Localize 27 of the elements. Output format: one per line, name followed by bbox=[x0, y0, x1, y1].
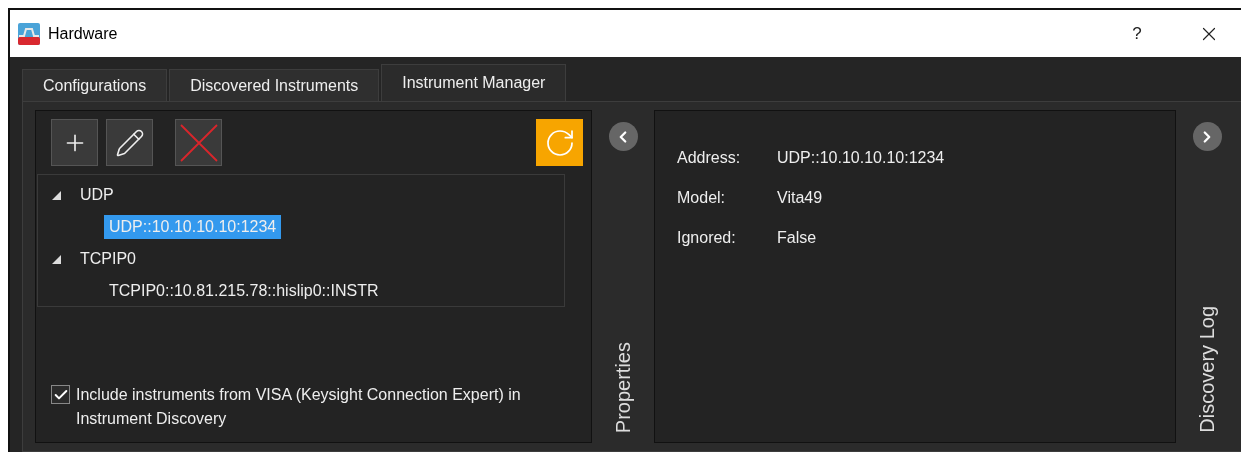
discovery-log-tab[interactable]: Discovery Log bbox=[1195, 306, 1219, 433]
property-label: Address: bbox=[677, 149, 742, 168]
checkbox[interactable] bbox=[51, 385, 70, 404]
checkbox-label: Include instruments from VISA (Keysight Connection Expert) in Instrument Discovery bbox=[76, 385, 522, 429]
property-label: Ignored: bbox=[677, 229, 737, 248]
expanded-triangle-icon[interactable] bbox=[52, 190, 61, 200]
pencil-icon bbox=[114, 127, 145, 158]
app-logo-icon bbox=[18, 22, 40, 45]
tab[interactable]: Discovered Instruments bbox=[169, 69, 380, 101]
property-label: Model: bbox=[677, 189, 727, 208]
tree-item[interactable]: UDP bbox=[75, 183, 119, 207]
expand-right-button[interactable] bbox=[1192, 122, 1222, 151]
cross-icon bbox=[179, 123, 218, 162]
expanded-triangle-icon[interactable] bbox=[52, 254, 61, 264]
properties-pane-tab[interactable]: Properties bbox=[611, 341, 635, 433]
tab[interactable]: Instrument Manager bbox=[381, 64, 567, 101]
window-title: Hardware bbox=[48, 24, 119, 43]
tree-item[interactable]: TCPIP0::10.81.215.78::hislip0::INSTR bbox=[104, 279, 384, 303]
tree-item[interactable]: TCPIP0 bbox=[75, 247, 141, 271]
add-button[interactable] bbox=[51, 119, 98, 166]
help-button[interactable]: ? bbox=[1117, 13, 1157, 54]
property-value: False bbox=[777, 229, 818, 248]
property-value: Vita49 bbox=[777, 189, 824, 208]
tab[interactable]: Configurations bbox=[22, 69, 168, 101]
property-value: UDP::10.10.10.10:1234 bbox=[777, 149, 946, 168]
collapse-left-button[interactable] bbox=[608, 122, 638, 151]
edit-button[interactable] bbox=[106, 119, 153, 166]
